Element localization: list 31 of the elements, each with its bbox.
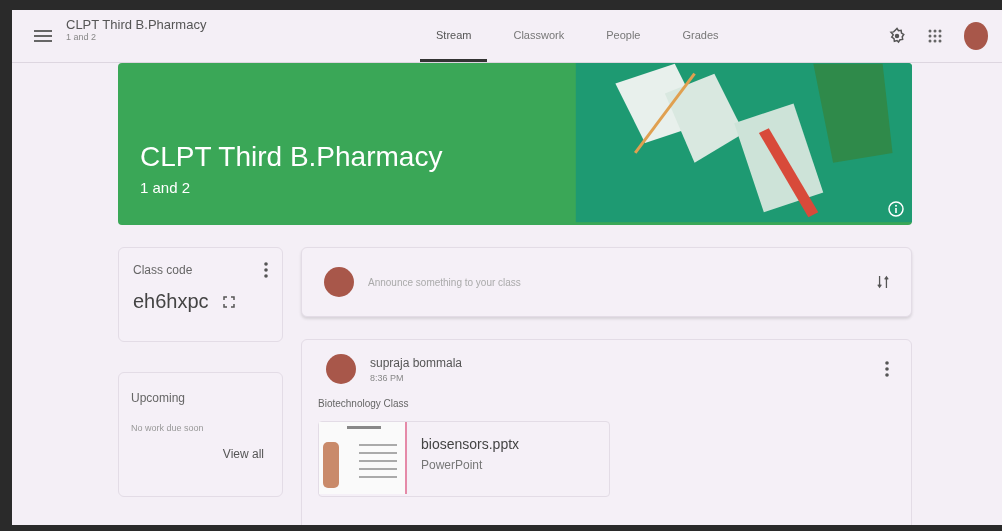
tab[interactable]: Grades: [666, 10, 735, 62]
attachment-type: PowerPoint: [421, 458, 484, 472]
announce-placeholder[interactable]: Announce something to your class: [368, 276, 521, 288]
settings-icon[interactable]: [888, 27, 906, 45]
post-text: Biotechnology Class: [318, 398, 410, 409]
attachment-card[interactable]: biosensors.pptx PowerPoint: [318, 421, 610, 497]
attachment-name: biosensors.pptx: [421, 436, 520, 452]
post-time: 8:36 PM: [370, 372, 405, 383]
tab[interactable]: People: [590, 10, 657, 62]
tab[interactable]: Classwork: [497, 10, 581, 62]
info-icon[interactable]: [888, 201, 904, 217]
upcoming-message: No work due soon: [131, 423, 205, 433]
class-section: 1 and 2: [66, 31, 366, 42]
announce-bar[interactable]: Announce something to your class: [301, 247, 912, 317]
author-avatar: [326, 354, 356, 384]
fullscreen-icon[interactable]: [222, 295, 235, 308]
view-all-link[interactable]: View all: [222, 447, 264, 461]
account-avatar[interactable]: [964, 22, 988, 50]
banner-subtitle: 1 and 2: [140, 179, 192, 196]
class-code: eh6hxpc: [133, 290, 209, 313]
user-avatar: [324, 267, 354, 297]
apps-grid-icon[interactable]: [928, 29, 942, 43]
class-code-label: Class code: [133, 263, 193, 277]
more-options-icon[interactable]: [885, 361, 889, 377]
post-author: supraja bommala: [370, 355, 463, 370]
repost-icon[interactable]: [877, 274, 889, 290]
menu-icon[interactable]: [34, 30, 52, 42]
upcoming-title: Upcoming: [131, 391, 187, 405]
class-title[interactable]: CLPT Third B.Pharmacy: [66, 16, 366, 32]
banner-title: CLPT Third B.Pharmacy: [140, 141, 444, 173]
more-options-icon[interactable]: [264, 262, 268, 278]
